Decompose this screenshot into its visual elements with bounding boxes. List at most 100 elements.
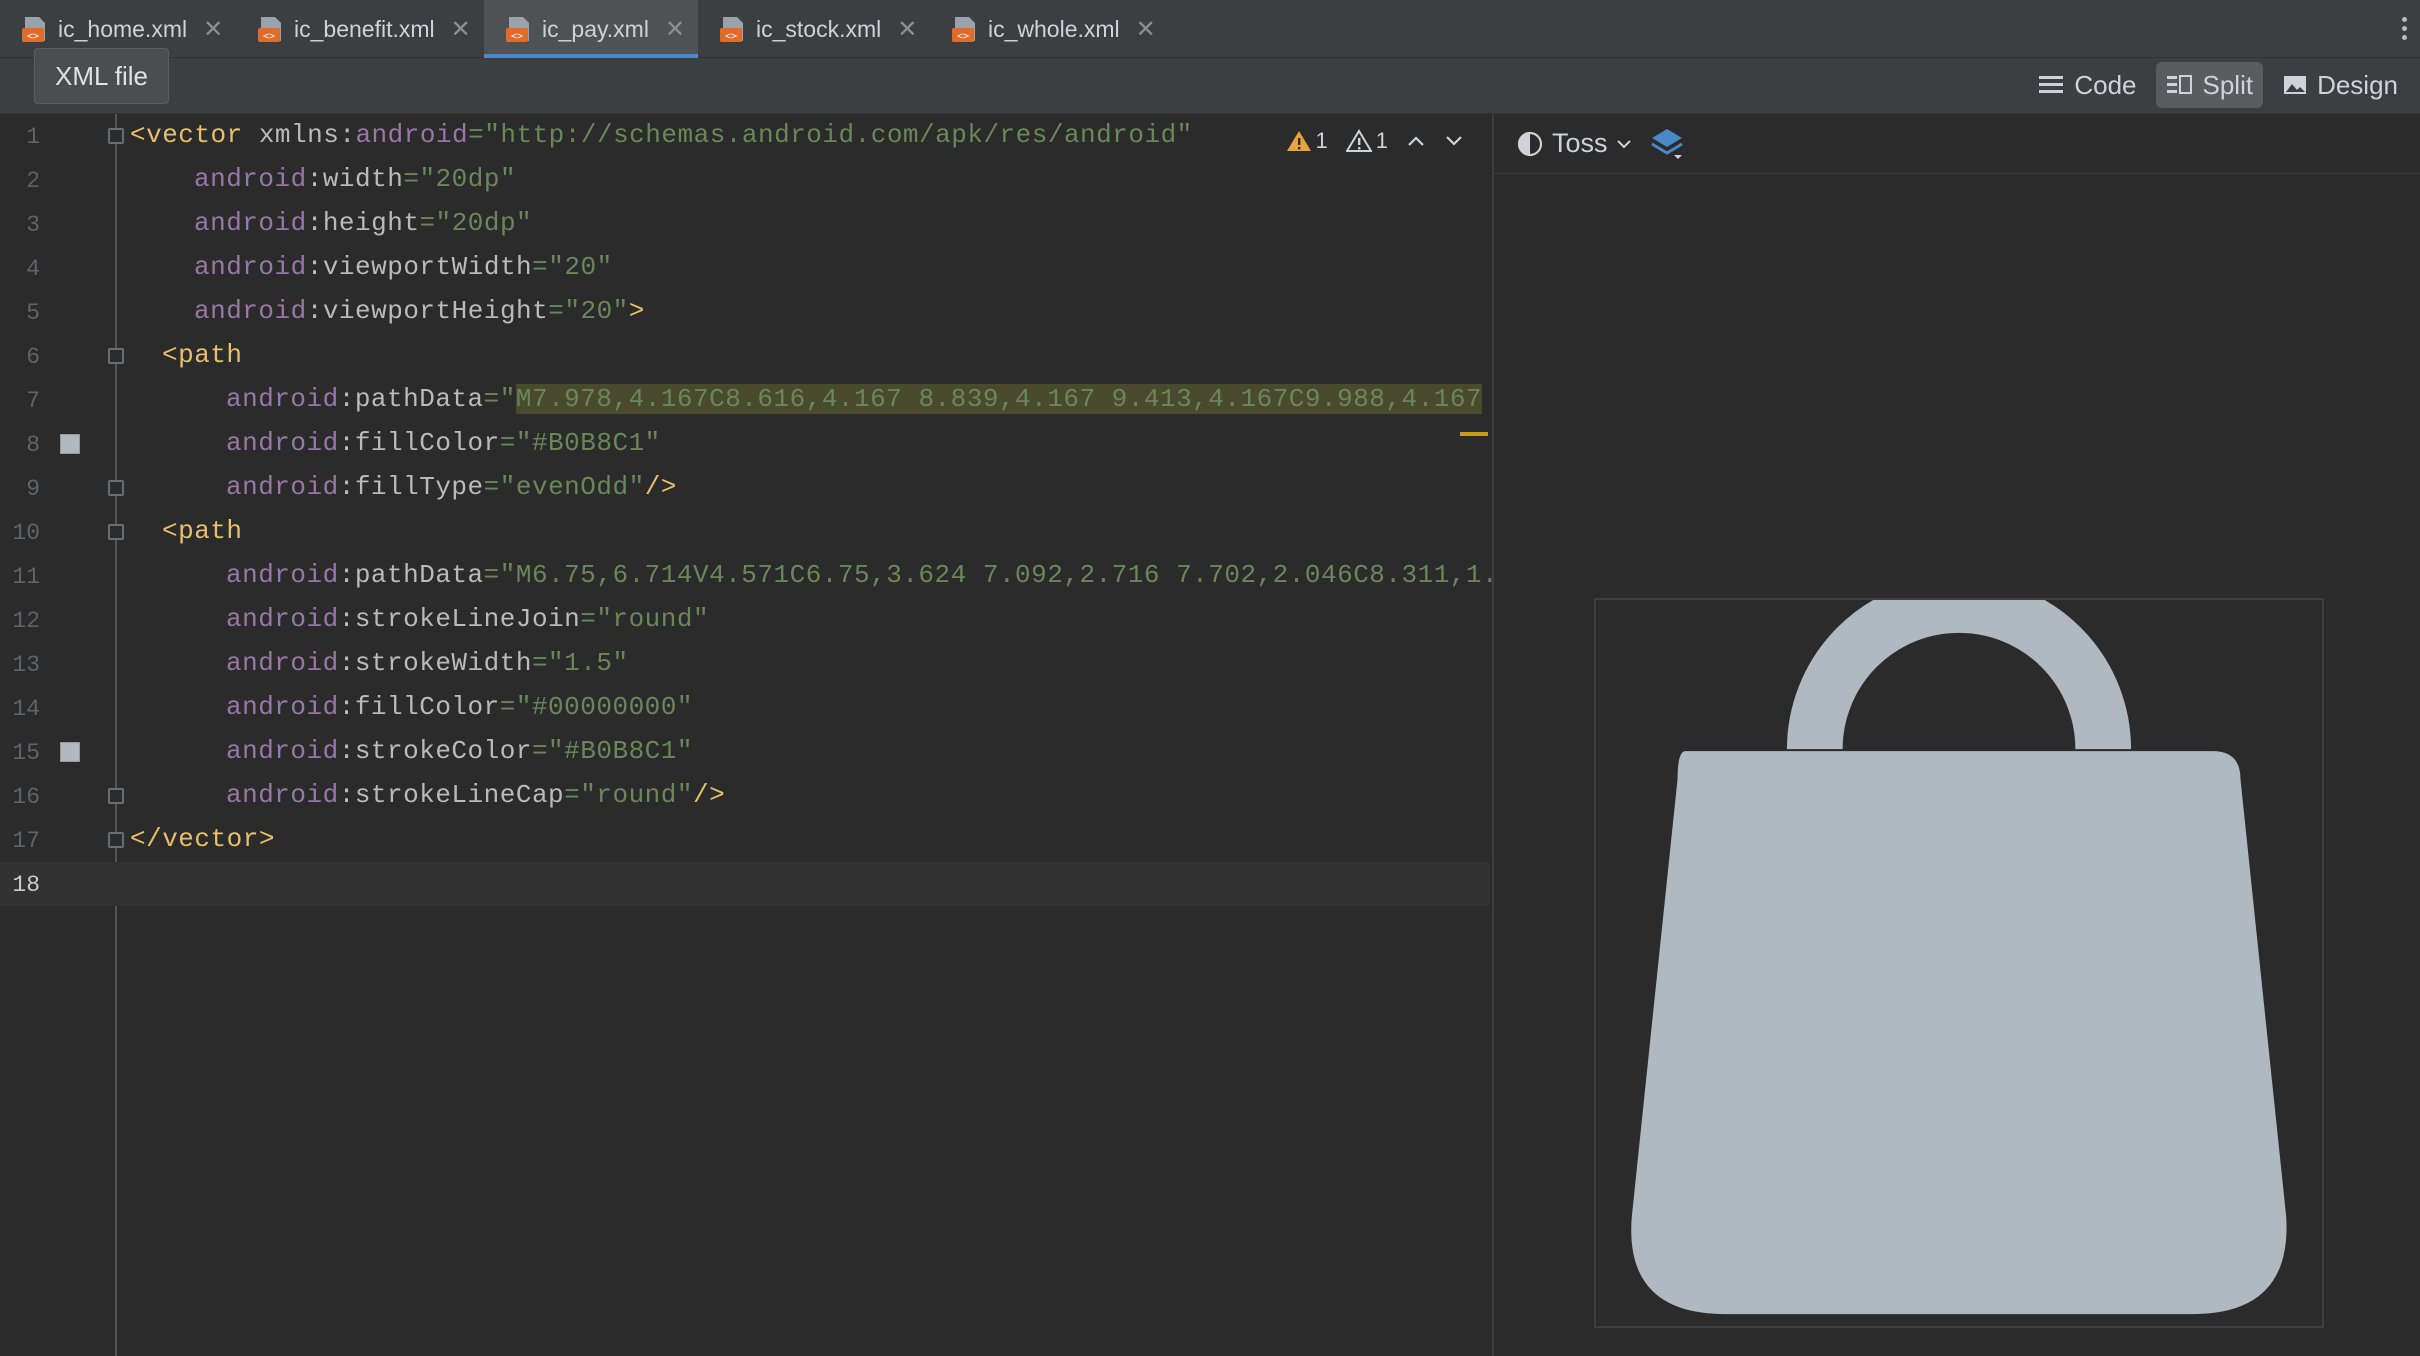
code-line[interactable]: 14 android:fillColor="#00000000" [0, 686, 1490, 730]
code-mode-button[interactable]: Code [2028, 62, 2146, 108]
xml-namespace: android [226, 648, 339, 678]
close-icon[interactable]: ✕ [1136, 15, 1156, 44]
code-lines-icon [2039, 76, 2064, 93]
code-line[interactable]: 10 <path [0, 510, 1490, 554]
code-line-current[interactable]: 18 [0, 862, 1490, 906]
line-number: 4 [26, 256, 40, 282]
line-number: 2 [26, 168, 40, 194]
vector-preview-canvas [1594, 577, 2324, 1328]
fold-marker-icon[interactable] [108, 832, 124, 848]
preview-toolbar: Toss [1494, 114, 2420, 174]
xml-attr: xmlns: [242, 120, 356, 150]
tab-label: ic_benefit.xml [294, 15, 435, 42]
line-number: 8 [26, 432, 40, 458]
highlighted-path-data: M7.978,4.167C8.616,4.167 8.839,4.167 9.4… [515, 384, 1483, 414]
xml-tag: /> [692, 780, 726, 810]
fold-marker-icon[interactable] [108, 788, 124, 804]
tab-ic-pay[interactable]: <> ic_pay.xml ✕ [484, 0, 698, 58]
code-line[interactable]: 6 <path [0, 334, 1490, 378]
code-line[interactable]: 15 android:strokeColor="#B0B8C1" [0, 730, 1490, 774]
xml-file-icon: <> [504, 14, 534, 44]
xml-namespace: android [226, 560, 339, 590]
fold-marker-icon[interactable] [108, 524, 124, 540]
xml-namespace: android [194, 296, 307, 326]
theme-label: Toss [1552, 128, 1608, 158]
code-text: android:pathData="M6.75,6.714V4.571C6.75… [226, 560, 1498, 590]
code-line[interactable]: 16 android:strokeLineCap="round"/> [0, 774, 1490, 818]
xml-namespace: android [226, 736, 339, 766]
xml-value: ="round" [580, 604, 710, 634]
code-line[interactable]: 11 android:pathData="M6.75,6.714V4.571C6… [0, 554, 1497, 598]
code-text: android:strokeColor="#B0B8C1" [226, 736, 693, 766]
xml-value: ="20dp" [419, 208, 533, 238]
line-number: 6 [26, 344, 40, 370]
xml-namespace: android [226, 384, 339, 414]
theme-selector[interactable]: Toss [1516, 128, 1632, 159]
xml-value: ="20" [532, 252, 613, 282]
shopping-bag-icon [1631, 577, 2287, 1315]
line-number: 13 [12, 652, 40, 678]
code-line[interactable]: 9 android:fillType="evenOdd"/> [0, 466, 1490, 510]
design-mode-label: Design [2317, 69, 2398, 100]
xml-value: ="http://schemas.android.com/apk/res/and… [468, 120, 1193, 150]
xml-namespace: android [226, 428, 339, 458]
code-text: <path [162, 340, 243, 370]
close-icon[interactable]: ✕ [665, 15, 685, 44]
xml-file-icon: <> [950, 14, 980, 44]
design-mode-button[interactable]: Design [2273, 62, 2408, 108]
xml-namespace: android [226, 780, 339, 810]
split-mode-button[interactable]: Split [2156, 62, 2264, 108]
code-line[interactable]: 1 <vector xmlns:android="http://schemas.… [0, 114, 1490, 158]
color-swatch-icon[interactable] [60, 742, 80, 762]
tab-ic-benefit[interactable]: <> ic_benefit.xml ✕ [236, 0, 484, 58]
split-mode-label: Split [2202, 69, 2254, 100]
tab-ic-stock[interactable]: <> ic_stock.xml ✕ [698, 0, 928, 58]
code-text: android:fillType="evenOdd"/> [226, 472, 677, 502]
line-number: 1 [26, 124, 40, 150]
svg-text:<>: <> [957, 31, 969, 42]
xml-attr: :fillColor [338, 692, 500, 722]
xml-attr: :viewportHeight [306, 296, 549, 326]
code-text: android:strokeWidth="1.5" [226, 648, 629, 678]
close-icon[interactable]: ✕ [203, 15, 223, 44]
xml-file-icon: <> [20, 14, 50, 44]
fold-marker-icon[interactable] [108, 128, 124, 144]
xml-value: ="#B0B8C1" [531, 736, 693, 766]
code-line[interactable]: 4 android:viewportWidth="20" [0, 246, 1490, 290]
split-view-icon [2167, 75, 2193, 94]
color-swatch-icon[interactable] [60, 434, 80, 454]
fold-marker-icon[interactable] [108, 480, 124, 496]
line-number: 7 [26, 388, 40, 414]
xml-tag: </vector> [130, 824, 275, 854]
line-number: 17 [12, 828, 40, 854]
close-icon[interactable]: ✕ [897, 15, 917, 44]
theme-icon [1517, 131, 1543, 156]
xml-attr: :pathData [338, 560, 484, 590]
xml-file-icon: <> [256, 14, 286, 44]
code-line[interactable]: 2 android:width="20dp" [0, 158, 1490, 202]
layers-icon[interactable] [1648, 125, 1686, 163]
code-line[interactable]: 3 android:height="20dp" [0, 202, 1490, 246]
tab-label: ic_whole.xml [988, 15, 1120, 42]
code-editor[interactable]: 1 1 1 <vector xmlns:android="http://sche… [0, 114, 1498, 1356]
code-line[interactable]: 5 android:viewportHeight="20"> [0, 290, 1490, 334]
xml-attr: :pathData [338, 384, 484, 414]
code-line[interactable]: 13 android:strokeWidth="1.5" [0, 642, 1490, 686]
xml-attr: :fillColor [338, 428, 500, 458]
tab-ic-whole[interactable]: <> ic_whole.xml ✕ [930, 0, 1166, 58]
more-vertical-icon[interactable] [2400, 14, 2408, 44]
code-line[interactable]: 7 android:pathData="M7.978,4.167C8.616,4… [0, 378, 1490, 422]
xml-attr: :strokeLineCap [338, 780, 565, 810]
code-line[interactable]: 12 android:strokeLineJoin="round" [0, 598, 1490, 642]
xml-attr: :strokeColor [338, 736, 532, 766]
close-icon[interactable]: ✕ [451, 15, 471, 44]
code-line[interactable]: 8 android:fillColor="#B0B8C1" [0, 422, 1490, 466]
fold-marker-icon[interactable] [108, 348, 124, 364]
code-line[interactable]: 17 </vector> [0, 818, 1490, 862]
xml-attr: :strokeLineJoin [338, 604, 581, 634]
image-icon [2284, 76, 2307, 94]
tooltip: XML file [34, 48, 169, 104]
tab-label: ic_stock.xml [756, 15, 882, 42]
code-text: android:viewportWidth="20" [194, 252, 613, 282]
scrollbar-warning-marker[interactable] [1460, 432, 1488, 436]
